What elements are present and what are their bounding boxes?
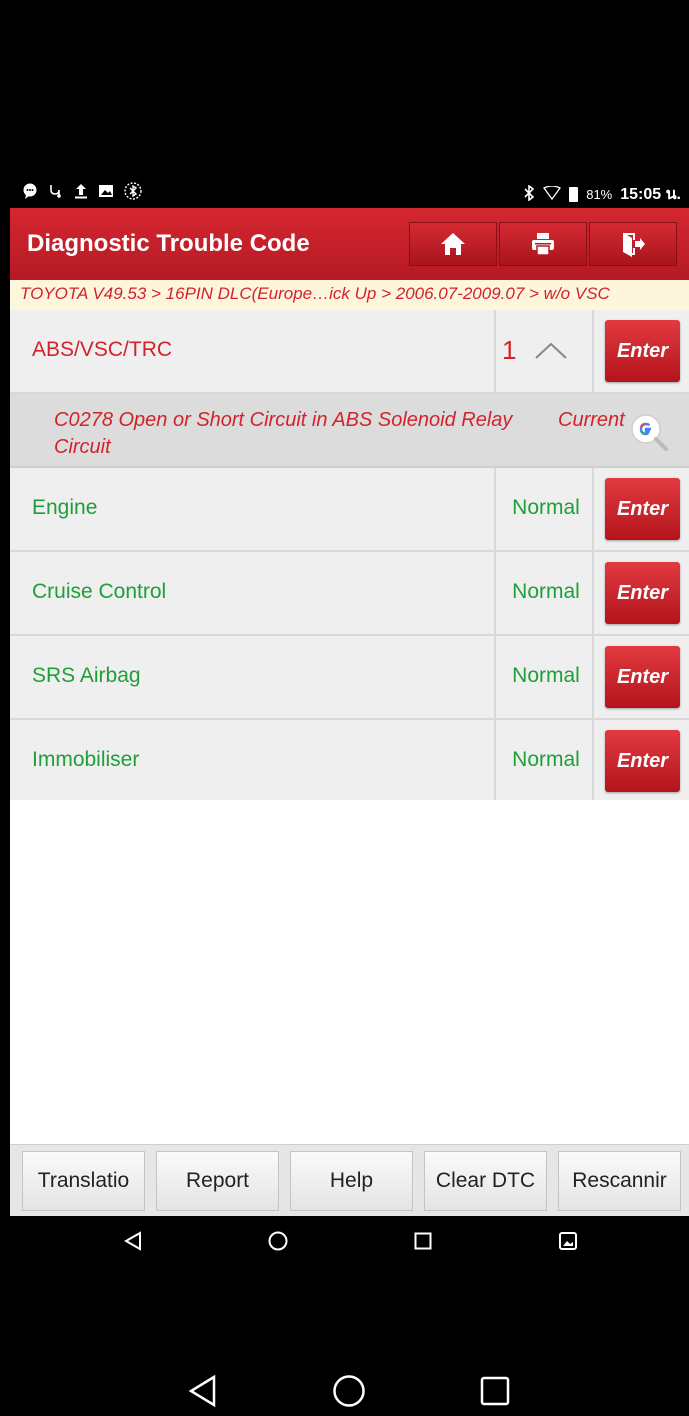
help-button[interactable]: Help: [290, 1151, 413, 1211]
enter-button[interactable]: Enter: [605, 730, 680, 792]
name-cell: Immobiliser: [10, 720, 496, 802]
enter-button[interactable]: Enter: [605, 478, 680, 540]
breadcrumb: TOYOTA V49.53 > 16PIN DLC(Europe…ick Up …: [10, 280, 689, 310]
name-cell: Engine: [10, 468, 496, 550]
fault-count: 1: [502, 335, 517, 365]
status-cell: Normal: [498, 636, 594, 718]
print-icon: [532, 233, 554, 256]
stethoscope-icon: [48, 183, 64, 203]
system-name: Cruise Control: [32, 580, 167, 603]
recents-icon[interactable]: [412, 1230, 434, 1252]
system-nav-bar: [10, 1276, 689, 1408]
enter-button[interactable]: Enter: [605, 562, 680, 624]
status-cell: Normal: [498, 468, 594, 550]
system-status: Normal: [512, 664, 580, 687]
exit-button[interactable]: [589, 222, 677, 266]
wifi-icon: [543, 184, 562, 204]
clear-dtc-button[interactable]: Clear DTC: [424, 1151, 547, 1211]
bottom-toolbar: Translatio Report Help Clear DTC Rescann…: [10, 1144, 689, 1216]
home-circle-icon[interactable]: [267, 1230, 289, 1252]
print-button[interactable]: [499, 222, 587, 266]
screen: 81% 15:05 น. Diagnostic Trouble Code TOY…: [10, 10, 689, 1408]
dtc-state: Current: [558, 409, 625, 431]
system-status: 81% 15:05 น.: [523, 182, 681, 207]
home-button[interactable]: [409, 222, 497, 266]
clock: 15:05 น.: [620, 186, 681, 203]
enter-button[interactable]: Enter: [605, 320, 680, 382]
system-row-cruise-control[interactable]: Cruise Control Normal Enter: [10, 552, 689, 636]
exit-icon: [623, 233, 645, 257]
recents-icon[interactable]: [478, 1374, 512, 1408]
report-button[interactable]: Report: [156, 1151, 279, 1211]
system-name: Immobiliser: [32, 748, 140, 771]
system-status: Normal: [512, 580, 580, 603]
empty-content-area: [10, 800, 689, 1144]
page-title: Diagnostic Trouble Code: [27, 230, 310, 257]
name-cell: Cruise Control: [10, 552, 496, 634]
bluetooth-circle-icon: [124, 182, 142, 204]
image-icon: [98, 183, 114, 203]
notification-icons: [22, 182, 142, 204]
google-search-icon[interactable]: [629, 412, 669, 452]
system-name: Engine: [32, 496, 98, 519]
system-list: ABS/VSC/TRC 1 Enter C0278 Open or Short …: [10, 310, 689, 804]
screenshot-icon[interactable]: [557, 1230, 579, 1252]
name-cell: SRS Airbag: [10, 636, 496, 718]
enter-button[interactable]: Enter: [605, 646, 680, 708]
bluetooth-icon: [523, 183, 535, 205]
system-row-engine[interactable]: Engine Normal Enter: [10, 468, 689, 552]
home-icon: [441, 233, 465, 255]
battery-icon: [569, 187, 579, 202]
upload-icon: [74, 183, 88, 203]
battery-percent: 81%: [586, 187, 613, 202]
top-black-area: [10, 10, 689, 170]
rescan-button[interactable]: Rescannir: [558, 1151, 681, 1211]
status-cell: Normal: [498, 720, 594, 802]
system-row-abs[interactable]: ABS/VSC/TRC 1 Enter: [10, 310, 689, 394]
back-icon[interactable]: [186, 1374, 220, 1408]
dtc-description: C0278 Open or Short Circuit in ABS Solen…: [54, 409, 513, 458]
system-name: ABS/VSC/TRC: [32, 338, 173, 361]
chat-icon: [22, 183, 38, 203]
translation-button[interactable]: Translatio: [22, 1151, 145, 1211]
system-status: Normal: [512, 748, 580, 771]
system-status: Normal: [512, 496, 580, 519]
app-nav-bar: [10, 1216, 689, 1276]
status-bar: 81% 15:05 น.: [10, 170, 689, 208]
dtc-row: C0278 Open or Short Circuit in ABS Solen…: [10, 394, 689, 468]
home-circle-icon[interactable]: [332, 1374, 366, 1408]
system-name: SRS Airbag: [32, 664, 141, 687]
back-icon[interactable]: [122, 1230, 144, 1252]
system-row-immobiliser[interactable]: Immobiliser Normal Enter: [10, 720, 689, 804]
name-cell: ABS/VSC/TRC: [10, 310, 496, 392]
status-cell: Normal: [498, 552, 594, 634]
system-row-srs-airbag[interactable]: SRS Airbag Normal Enter: [10, 636, 689, 720]
chevron-up-icon[interactable]: [534, 340, 568, 360]
app-header: Diagnostic Trouble Code: [10, 208, 689, 280]
